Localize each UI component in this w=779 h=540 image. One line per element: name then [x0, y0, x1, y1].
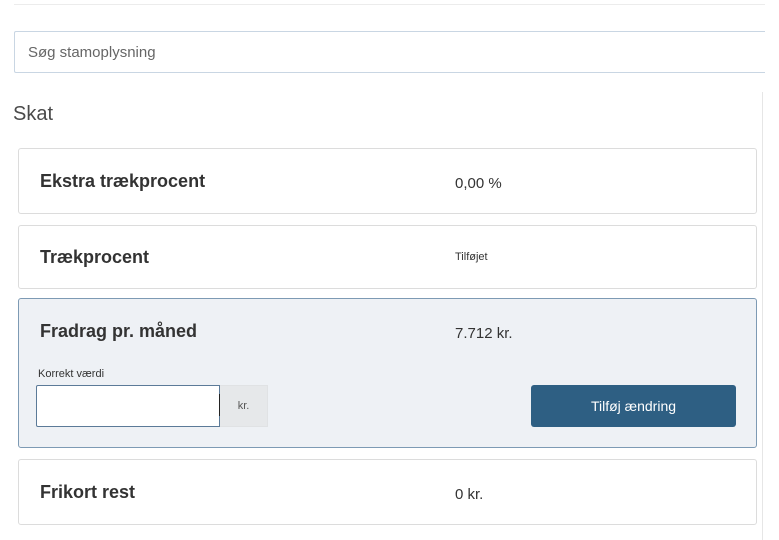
- correct-value-group: kr.: [36, 385, 268, 427]
- row-frikort-rest[interactable]: Frikort rest 0 kr.: [18, 459, 757, 525]
- text-caret: [219, 394, 220, 416]
- row-label: Trækprocent: [40, 247, 150, 267]
- top-divider: [14, 4, 765, 5]
- row-status: Tilføjet: [455, 251, 488, 263]
- add-change-button[interactable]: Tilføj ændring: [531, 385, 736, 427]
- search-input[interactable]: [15, 32, 765, 72]
- row-label: Frikort rest: [40, 482, 136, 502]
- row-ekstra-traekprocent[interactable]: Ekstra trækprocent 0,00 %: [18, 148, 757, 214]
- row-value: 0,00 %: [455, 175, 502, 192]
- row-traekprocent[interactable]: Trækprocent Tilføjet: [18, 225, 757, 289]
- row-label: Ekstra trækprocent: [40, 171, 206, 191]
- row-value: 7.712 kr.: [455, 325, 513, 342]
- row-value: 0 kr.: [455, 486, 484, 503]
- correct-value-label: Korrekt værdi: [38, 368, 105, 380]
- unit-addon: kr.: [220, 385, 268, 427]
- panel-edge: [762, 92, 763, 540]
- row-label: Fradrag pr. måned: [40, 321, 198, 341]
- search-box[interactable]: [14, 31, 765, 73]
- correct-value-input[interactable]: [36, 385, 220, 427]
- row-fradrag-pr-maaned[interactable]: Fradrag pr. måned 7.712 kr. Korrekt værd…: [18, 298, 757, 448]
- section-title: Skat: [13, 103, 54, 125]
